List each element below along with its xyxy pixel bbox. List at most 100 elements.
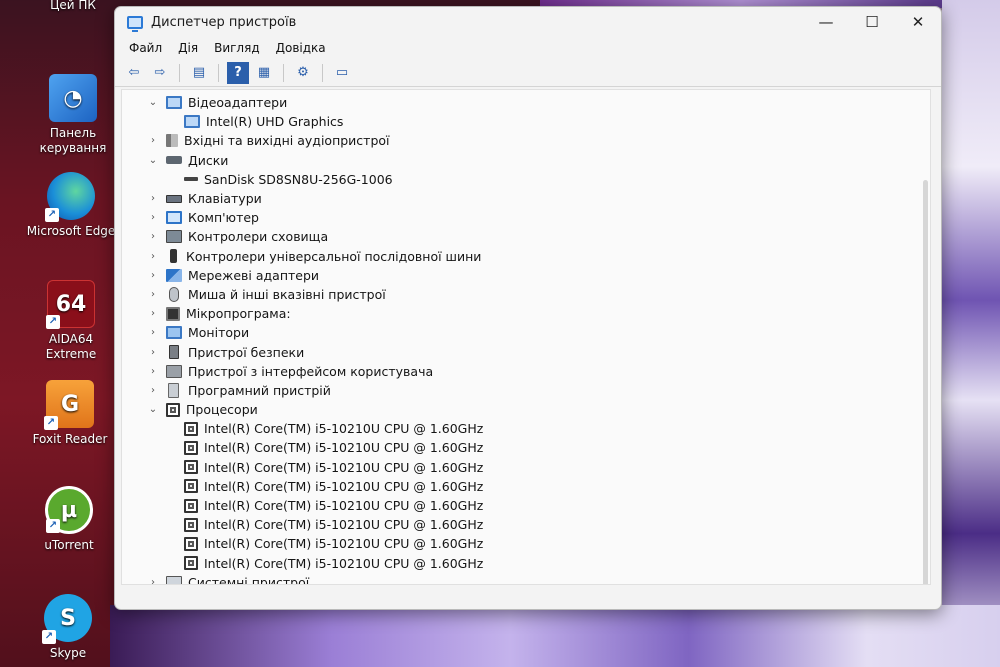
tree-item-label: Пристрої з інтерфейсом користувача	[188, 363, 434, 379]
tree-item-keyboards[interactable]: › Клавіатури	[122, 189, 930, 208]
collapse-chevron-icon[interactable]: ›	[146, 366, 160, 377]
toolbar: ⇦ ⇨ ▤ ? ▦ ⚙ ▭	[115, 59, 941, 87]
toolbar-separator	[283, 63, 284, 82]
tree-item-device[interactable]: Intel(R) Core(TM) i5-10210U CPU @ 1.60GH…	[122, 515, 930, 534]
desktop-icon-control-panel[interactable]: ◔ Панель керування	[28, 74, 118, 156]
desktop-icon-aida64[interactable]: 64 ↗ AIDA64 Extreme	[26, 280, 116, 362]
collapse-chevron-icon[interactable]: ›	[146, 289, 160, 300]
tree-item-firmware[interactable]: › Мікропрограма:	[122, 304, 930, 323]
tree-item-device[interactable]: Intel(R) Core(TM) i5-10210U CPU @ 1.60GH…	[122, 534, 930, 553]
help-icon[interactable]: ?	[227, 61, 249, 84]
tree-item-usb-controllers[interactable]: › Контролери універсальної послідовної ш…	[122, 247, 930, 266]
device-tree: ⌄ Відеоадаптери Intel(R) UHD Graphics › …	[121, 89, 931, 585]
expand-chevron-icon[interactable]: ⌄	[146, 155, 160, 166]
tree-item-disks[interactable]: ⌄ Диски	[122, 151, 930, 170]
properties-icon[interactable]: ▤	[188, 62, 210, 84]
expand-chevron-icon[interactable]: ⌄	[146, 404, 160, 415]
hid-icon	[166, 364, 182, 378]
processor-icon	[184, 517, 198, 532]
tree-item-device[interactable]: Intel(R) Core(TM) i5-10210U CPU @ 1.60GH…	[122, 554, 930, 573]
collapse-chevron-icon[interactable]: ›	[146, 193, 160, 204]
tree-item-hid[interactable]: › Пристрої з інтерфейсом користувача	[122, 362, 930, 381]
tree-item-label: Системні пристрої	[188, 574, 310, 585]
tree-item-software-devices[interactable]: › Програмний пристрій	[122, 381, 930, 400]
vertical-scrollbar[interactable]	[923, 180, 928, 584]
expand-chevron-icon[interactable]: ⌄	[146, 97, 160, 108]
monitor-icon[interactable]: ▭	[331, 62, 353, 84]
tree-item-device[interactable]: Intel(R) Core(TM) i5-10210U CPU @ 1.60GH…	[122, 458, 930, 477]
tree-item-system-devices[interactable]: › Системні пристрої	[122, 573, 930, 585]
desktop-icon-this-pc[interactable]: Цей ПК	[28, 0, 118, 13]
security-device-icon	[169, 345, 179, 360]
processor-icon	[184, 536, 198, 551]
desktop-icon-label: AIDA64 Extreme	[45, 332, 97, 361]
tree-item-audio[interactable]: › Вхідні та вихідні аудіопристрої	[122, 131, 930, 150]
shortcut-arrow-icon: ↗	[46, 519, 60, 533]
scan-hardware-icon[interactable]: ⚙	[292, 62, 314, 84]
menu-view[interactable]: Вигляд	[206, 39, 268, 57]
tree-item-label: Intel(R) Core(TM) i5-10210U CPU @ 1.60GH…	[204, 498, 484, 514]
speaker-icon	[166, 134, 178, 148]
tree-item-device[interactable]: SanDisk SD8SN8U-256G-1006	[122, 170, 930, 189]
desktop-icon-label: Цей ПК	[50, 0, 96, 12]
collapse-chevron-icon[interactable]: ›	[146, 327, 160, 338]
collapse-chevron-icon[interactable]: ›	[146, 212, 160, 223]
control-panel-icon: ◔	[49, 74, 97, 122]
tree-item-network-adapters[interactable]: › Мережеві адаптери	[122, 266, 930, 285]
tree-item-device[interactable]: Intel(R) Core(TM) i5-10210U CPU @ 1.60GH…	[122, 419, 930, 438]
title-bar[interactable]: Диспетчер пристроїв — ☐ ✕	[115, 7, 941, 37]
shortcut-arrow-icon: ↗	[45, 208, 59, 222]
desktop-icon-skype[interactable]: S ↗ Skype	[23, 594, 113, 661]
collapse-chevron-icon[interactable]: ›	[146, 251, 160, 262]
tree-item-monitors[interactable]: › Монітори	[122, 323, 930, 342]
skype-icon: S ↗	[42, 594, 92, 644]
tree-item-label: Пристрої безпеки	[188, 344, 305, 360]
tree-item-security-devices[interactable]: › Пристрої безпеки	[122, 342, 930, 361]
menu-action[interactable]: Дія	[170, 39, 206, 57]
tree-item-label: Intel(R) Core(TM) i5-10210U CPU @ 1.60GH…	[204, 421, 484, 437]
edge-icon: ↗	[45, 172, 95, 222]
wallpaper-right	[942, 0, 1000, 667]
menu-file[interactable]: Файл	[121, 39, 170, 57]
collapse-chevron-icon[interactable]: ›	[146, 270, 160, 281]
menu-help[interactable]: Довідка	[268, 39, 334, 57]
aida64-icon: 64 ↗	[46, 280, 95, 329]
collapse-chevron-icon[interactable]: ›	[146, 577, 160, 584]
tree-item-device[interactable]: Intel(R) Core(TM) i5-10210U CPU @ 1.60GH…	[122, 438, 930, 457]
toolbar-separator	[218, 63, 219, 82]
tree-item-label: Intel(R) Core(TM) i5-10210U CPU @ 1.60GH…	[204, 478, 484, 494]
maximize-button[interactable]: ☐	[849, 7, 895, 37]
forward-arrow-icon[interactable]: ⇨	[149, 62, 171, 84]
desktop-icon-edge[interactable]: ↗ Microsoft Edge	[26, 172, 116, 239]
processor-icon	[184, 498, 198, 513]
desktop-icon-utorrent[interactable]: µ ↗ uTorrent	[24, 486, 114, 553]
usb-icon	[170, 249, 177, 264]
collapse-chevron-icon[interactable]: ›	[146, 231, 160, 242]
view-icon[interactable]: ▦	[253, 62, 275, 84]
tree-item-device[interactable]: Intel(R) UHD Graphics	[122, 112, 930, 131]
collapse-chevron-icon[interactable]: ›	[146, 347, 160, 358]
tree-item-processors[interactable]: ⌄ Процесори	[122, 400, 930, 419]
system-device-icon	[166, 575, 182, 584]
close-button[interactable]: ✕	[895, 7, 941, 37]
disk-icon	[184, 177, 198, 182]
tree-item-label: Контролери універсальної послідовної шин…	[186, 248, 482, 264]
tree-item-label: Мережеві адаптери	[188, 267, 320, 283]
desktop-icon-label: Панель керування	[39, 126, 107, 155]
processor-icon	[184, 440, 198, 455]
collapse-chevron-icon[interactable]: ›	[146, 308, 160, 319]
tree-item-mice[interactable]: › Миша й інші вказівні пристрої	[122, 285, 930, 304]
tree-item-device[interactable]: Intel(R) Core(TM) i5-10210U CPU @ 1.60GH…	[122, 477, 930, 496]
tree-item-storage-controllers[interactable]: › Контролери сховища	[122, 227, 930, 246]
device-manager-icon	[127, 15, 143, 32]
collapse-chevron-icon[interactable]: ›	[146, 135, 160, 146]
processor-icon	[184, 556, 198, 571]
tree-item-computer[interactable]: › Комп'ютер	[122, 208, 930, 227]
tree-item-video-adapters[interactable]: ⌄ Відеоадаптери	[122, 93, 930, 112]
minimize-button[interactable]: —	[803, 7, 849, 37]
back-arrow-icon[interactable]: ⇦	[123, 62, 145, 84]
collapse-chevron-icon[interactable]: ›	[146, 385, 160, 396]
software-device-icon	[168, 382, 179, 398]
tree-item-device[interactable]: Intel(R) Core(TM) i5-10210U CPU @ 1.60GH…	[122, 496, 930, 515]
desktop-icon-foxit[interactable]: G ↗ Foxit Reader	[25, 380, 115, 447]
